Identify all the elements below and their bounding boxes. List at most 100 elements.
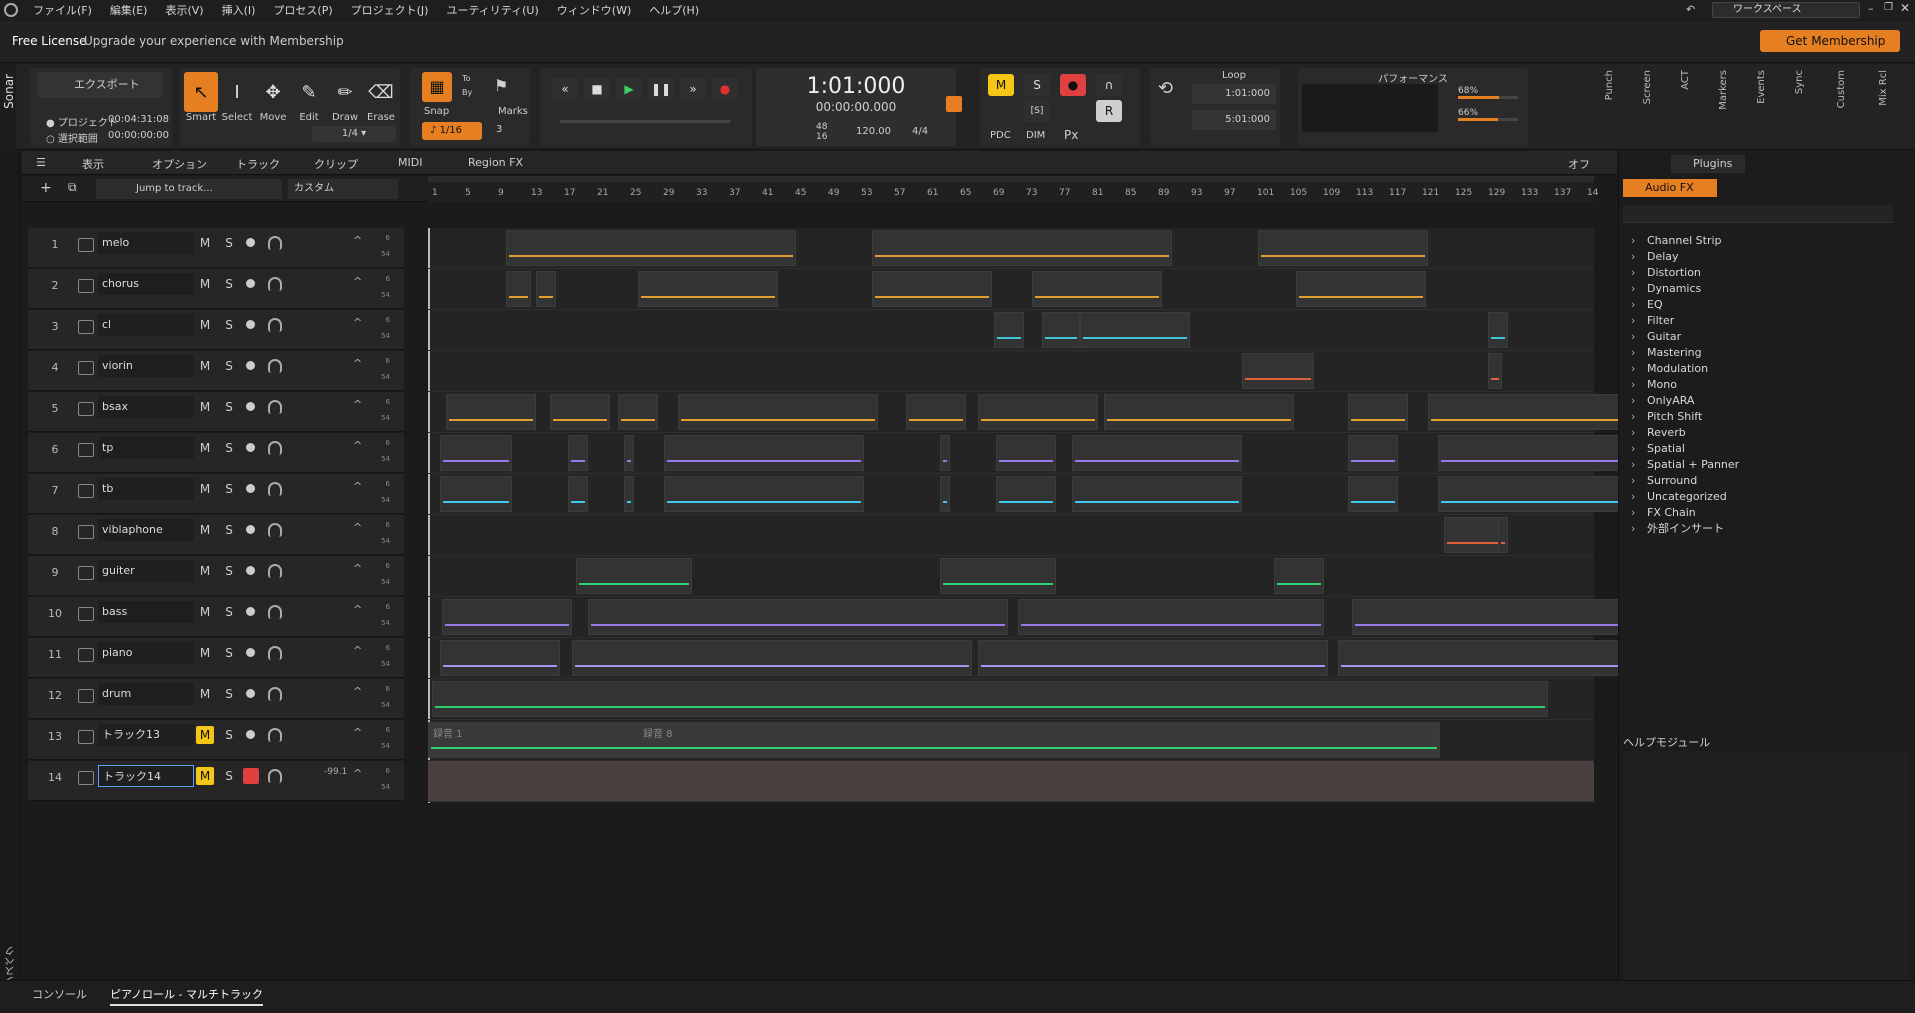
track-expand-icon[interactable]: ^ <box>353 685 362 698</box>
now-time[interactable]: 1:01:000 <box>756 74 956 99</box>
track-lane[interactable] <box>428 556 1594 597</box>
track-name-field[interactable]: viorin <box>98 355 194 377</box>
track-menu[interactable]: トラック <box>236 156 280 172</box>
clip[interactable] <box>1080 312 1190 348</box>
plugin-search-input[interactable] <box>1623 205 1893 223</box>
track-lane[interactable] <box>428 392 1658 433</box>
track-solo-button[interactable]: S <box>220 275 238 293</box>
track-type-icon[interactable] <box>78 484 94 498</box>
plugin-category[interactable]: Modulation <box>1619 361 1915 377</box>
tempo-field[interactable]: 120.00 <box>856 126 891 137</box>
clip[interactable] <box>1444 517 1504 553</box>
maximize-button[interactable]: ❐ <box>1884 2 1893 13</box>
clip[interactable] <box>940 476 950 512</box>
select-tool-button[interactable]: I <box>220 72 254 106</box>
track-arm-button[interactable] <box>246 320 255 329</box>
global-arm-button[interactable]: ● <box>1060 74 1086 96</box>
track-arm-button[interactable] <box>246 402 255 411</box>
track-monitor-icon[interactable] <box>268 400 282 414</box>
clip[interactable] <box>1348 476 1398 512</box>
track-monitor-icon[interactable] <box>268 482 282 496</box>
plugin-category[interactable]: Mono <box>1619 377 1915 393</box>
clip[interactable] <box>440 640 560 676</box>
clip[interactable] <box>1498 517 1508 553</box>
clip[interactable] <box>940 558 1056 594</box>
plugin-category[interactable]: Filter <box>1619 313 1915 329</box>
clip[interactable] <box>1488 312 1508 348</box>
track-mute-button[interactable]: M <box>196 275 214 293</box>
clips-pane[interactable]: 録音 1 録音 8 <box>428 228 1752 803</box>
track-1[interactable]: 1 melo M S ^ 6 54 <box>28 228 404 268</box>
track-mute-button[interactable]: M <box>196 357 214 375</box>
clip[interactable] <box>588 599 1008 635</box>
console-tab[interactable]: コンソール <box>32 986 87 1002</box>
track-monitor-icon[interactable] <box>268 523 282 537</box>
workspace-select[interactable]: ワークスペース <box>1712 2 1860 18</box>
region-fx-menu[interactable]: Region FX <box>468 156 523 169</box>
meter-field[interactable]: 4/4 <box>912 126 928 137</box>
track-expand-icon[interactable]: ^ <box>353 603 362 616</box>
pdc-button[interactable]: PDC <box>990 130 1011 141</box>
global-solo-button[interactable]: S <box>1024 74 1050 96</box>
track-solo-button[interactable]: S <box>220 767 238 785</box>
px-button[interactable]: Px <box>1064 128 1078 142</box>
menu-help[interactable]: ヘルプ(H) <box>640 2 708 18</box>
track-7[interactable]: 7 tb M S ^ 6 54 <box>28 474 404 514</box>
clip[interactable] <box>1242 353 1314 389</box>
track-solo-button[interactable]: S <box>220 685 238 703</box>
track-monitor-icon[interactable] <box>268 605 282 619</box>
plugin-category[interactable]: Delay <box>1619 249 1915 265</box>
track-4[interactable]: 4 viorin M S ^ 6 54 <box>28 351 404 391</box>
get-membership-button[interactable]: Get Membership <box>1760 30 1900 52</box>
clip[interactable] <box>618 394 658 430</box>
clip[interactable] <box>664 476 864 512</box>
track-lane[interactable] <box>428 433 1658 474</box>
sync-module-tab[interactable]: Sync <box>1794 70 1805 94</box>
track-10[interactable]: 10 bass M S ^ 6 54 <box>28 597 404 637</box>
clip[interactable] <box>440 476 512 512</box>
clip[interactable] <box>872 230 1172 266</box>
track-mute-button[interactable]: M <box>196 234 214 252</box>
track-11[interactable]: 11 piano M S ^ 6 54 <box>28 638 404 678</box>
plugin-category[interactable]: Guitar <box>1619 329 1915 345</box>
track-expand-icon[interactable]: ^ <box>353 234 362 247</box>
track-solo-button[interactable]: S <box>220 644 238 662</box>
loop-toggle-icon[interactable]: ⟲ <box>1158 78 1173 99</box>
track-solo-button[interactable]: S <box>220 726 238 744</box>
track-expand-icon[interactable]: ^ <box>353 439 362 452</box>
plugin-category[interactable]: Pitch Shift <box>1619 409 1915 425</box>
erase-tool-button[interactable]: ⌫ <box>364 72 398 106</box>
plugin-category[interactable]: OnlyARA <box>1619 393 1915 409</box>
clip[interactable] <box>1488 353 1502 389</box>
plugin-category[interactable]: Dynamics <box>1619 281 1915 297</box>
clip[interactable] <box>1042 312 1080 348</box>
clip[interactable] <box>1032 271 1162 307</box>
track-monitor-icon[interactable] <box>268 441 282 455</box>
markers-module-tab[interactable]: Markers <box>1718 70 1729 110</box>
clip[interactable] <box>664 435 864 471</box>
track-solo-button[interactable]: S <box>220 480 238 498</box>
clip[interactable] <box>638 271 778 307</box>
menu-insert[interactable]: 挿入(I) <box>213 2 265 18</box>
track-arm-button[interactable] <box>246 607 255 616</box>
track-lane[interactable] <box>428 269 1594 310</box>
track-expand-icon[interactable]: ^ <box>353 562 362 575</box>
clip[interactable] <box>1348 435 1398 471</box>
plugin-category[interactable]: 外部インサート <box>1619 521 1915 537</box>
track-name-field[interactable]: viblaphone <box>98 519 194 541</box>
track-type-icon[interactable] <box>78 730 94 744</box>
track-mute-button[interactable]: M <box>196 644 214 662</box>
back-icon[interactable]: ↶ <box>1686 3 1695 16</box>
track-type-icon[interactable] <box>78 771 94 785</box>
punch-module-tab[interactable]: Punch <box>1604 70 1615 100</box>
track-lane[interactable]: 録音 1 録音 8 <box>428 720 1594 761</box>
menu-utilities[interactable]: ユーティリティ(U) <box>437 2 547 18</box>
clip[interactable]: 録音 1 録音 8 <box>428 722 1440 758</box>
track-3[interactable]: 3 cl M S ^ 6 54 <box>28 310 404 350</box>
track-mute-button[interactable]: M <box>196 726 214 744</box>
clip[interactable] <box>572 640 972 676</box>
clip[interactable] <box>1296 271 1426 307</box>
track-lane[interactable] <box>428 638 1658 679</box>
track-expand-icon[interactable]: ^ <box>353 644 362 657</box>
track-type-icon[interactable] <box>78 566 94 580</box>
